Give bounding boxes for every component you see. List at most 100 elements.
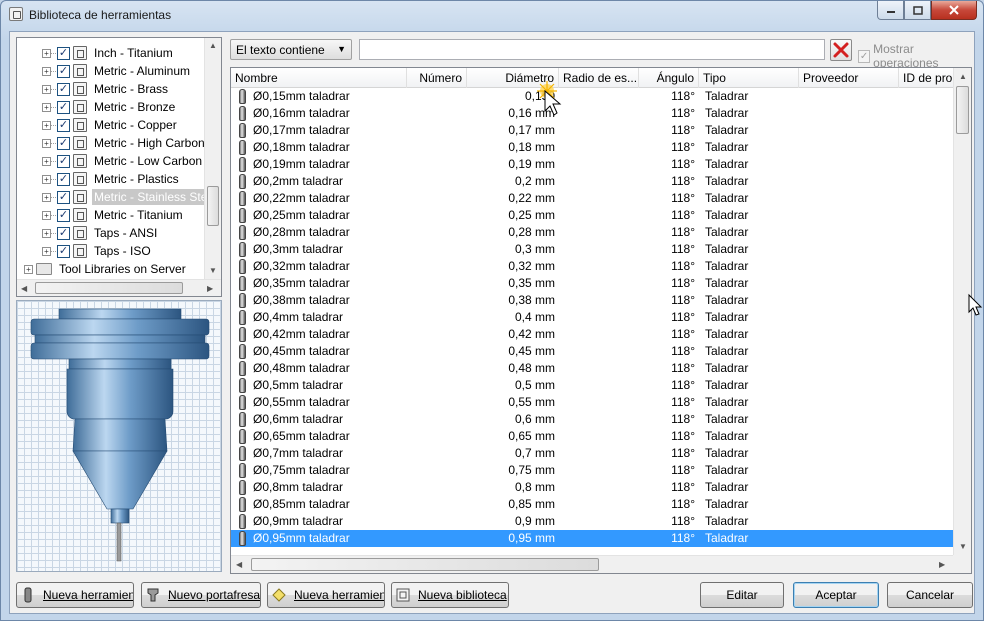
column-header-name[interactable]: Nombre: [231, 68, 407, 88]
scroll-up-icon[interactable]: ▲: [959, 72, 967, 81]
table-row[interactable]: Ø0,15mm taladrar 0,150 118° Taladrar: [231, 88, 953, 105]
expand-icon[interactable]: +: [24, 264, 33, 274]
scroll-down-icon[interactable]: ▼: [209, 266, 217, 275]
search-input[interactable]: [359, 39, 825, 60]
accept-button[interactable]: Aceptar: [793, 582, 879, 608]
scroll-left-icon[interactable]: ◀: [21, 284, 27, 293]
scroll-up-icon[interactable]: ▲: [209, 41, 217, 50]
table-row[interactable]: Ø0,28mm taladrar 0,28 mm 118° Taladrar: [231, 224, 953, 241]
table-row[interactable]: Ø0,85mm taladrar 0,85 mm 118° Taladrar: [231, 496, 953, 513]
table-row[interactable]: Ø0,22mm taladrar 0,22 mm 118° Taladrar: [231, 190, 953, 207]
scroll-thumb[interactable]: [956, 86, 969, 134]
tree-item[interactable]: + ✓ Metric - Plastics: [17, 170, 207, 188]
library-checkbox[interactable]: ✓: [57, 100, 70, 114]
library-checkbox[interactable]: ✓: [57, 226, 70, 240]
library-checkbox[interactable]: ✓: [57, 136, 70, 150]
title-bar[interactable]: Biblioteca de herramientas: [1, 1, 983, 29]
scroll-left-icon[interactable]: ◀: [236, 560, 242, 569]
minimize-button[interactable]: [877, 1, 904, 20]
table-row[interactable]: Ø0,32mm taladrar 0,32 mm 118° Taladrar: [231, 258, 953, 275]
table-row[interactable]: Ø0,55mm taladrar 0,55 mm 118° Taladrar: [231, 394, 953, 411]
column-header-vendor[interactable]: Proveedor: [799, 68, 899, 88]
tools-table[interactable]: Nombre Número Diámetro Radio de es... Án…: [230, 67, 972, 574]
expand-icon[interactable]: +: [42, 120, 51, 130]
table-row[interactable]: Ø0,3mm taladrar 0,3 mm 118° Taladrar: [231, 241, 953, 258]
library-checkbox[interactable]: ✓: [57, 64, 70, 78]
expand-icon[interactable]: +: [42, 228, 51, 238]
scroll-right-icon[interactable]: ▶: [939, 560, 945, 569]
table-row[interactable]: Ø0,4mm taladrar 0,4 mm 118° Taladrar: [231, 309, 953, 326]
expand-icon[interactable]: +: [42, 192, 51, 202]
table-row[interactable]: Ø0,42mm taladrar 0,42 mm 118° Taladrar: [231, 326, 953, 343]
table-row[interactable]: Ø0,95mm taladrar 0,95 mm 118° Taladrar: [231, 530, 953, 547]
table-row[interactable]: Ø0,45mm taladrar 0,45 mm 118° Taladrar: [231, 343, 953, 360]
table-row[interactable]: Ø0,17mm taladrar 0,17 mm 118° Taladrar: [231, 122, 953, 139]
scroll-thumb[interactable]: [207, 186, 219, 226]
tree-item[interactable]: + ✓ Metric - Bronze: [17, 98, 207, 116]
table-row[interactable]: Ø0,35mm taladrar 0,35 mm 118° Taladrar: [231, 275, 953, 292]
scroll-thumb[interactable]: [251, 558, 599, 571]
expand-icon[interactable]: +: [42, 102, 51, 112]
tree-item[interactable]: + ✓ Metric - Low Carbon Ste: [17, 152, 207, 170]
table-horizontal-scrollbar[interactable]: ◀ ▶: [231, 555, 953, 573]
tree-item[interactable]: + ✓ Metric - Titanium: [17, 206, 207, 224]
column-header-radius[interactable]: Radio de es...: [559, 68, 639, 88]
scroll-right-icon[interactable]: ▶: [207, 284, 213, 293]
expand-icon[interactable]: +: [42, 84, 51, 94]
expand-icon[interactable]: +: [42, 246, 51, 256]
table-row[interactable]: Ø0,25mm taladrar 0,25 mm 118° Taladrar: [231, 207, 953, 224]
expand-icon[interactable]: +: [42, 66, 51, 76]
tree-item[interactable]: + ✓ Metric - Stainless Steel: [17, 188, 207, 206]
table-row[interactable]: Ø0,38mm taladrar 0,38 mm 118° Taladrar: [231, 292, 953, 309]
table-row[interactable]: Ø0,6mm taladrar 0,6 mm 118° Taladrar: [231, 411, 953, 428]
library-tree[interactable]: + ✓ Inch - Titanium + ✓ Metric - Aluminum + ✓ Me…: [16, 37, 222, 297]
new-library-button[interactable]: Nueva biblioteca: [391, 582, 509, 608]
expand-icon[interactable]: +: [42, 174, 51, 184]
tree-item[interactable]: + ✓ Taps - ISO: [17, 242, 207, 260]
filter-mode-dropdown[interactable]: El texto contiene ▼: [230, 39, 352, 60]
new-holder-button[interactable]: Nuevo portafresas: [141, 582, 261, 608]
library-checkbox[interactable]: ✓: [57, 46, 70, 60]
show-operations-checkbox[interactable]: ✓: [858, 49, 871, 63]
maximize-button[interactable]: [904, 1, 931, 20]
cancel-button[interactable]: Cancelar: [887, 582, 973, 608]
library-checkbox[interactable]: ✓: [57, 208, 70, 222]
table-row[interactable]: Ø0,16mm taladrar 0,16 mm 118° Taladrar: [231, 105, 953, 122]
table-row[interactable]: Ø0,75mm taladrar 0,75 mm 118° Taladrar: [231, 462, 953, 479]
expand-icon[interactable]: +: [42, 156, 51, 166]
table-row[interactable]: Ø0,5mm taladrar 0,5 mm 118° Taladrar: [231, 377, 953, 394]
tree-vertical-scrollbar[interactable]: ▲ ▼: [204, 38, 221, 280]
tree-item[interactable]: + ✓ Taps - ANSI: [17, 224, 207, 242]
table-row[interactable]: Ø0,2mm taladrar 0,2 mm 118° Taladrar: [231, 173, 953, 190]
tree-item-server[interactable]: + Tool Libraries on Server: [17, 260, 207, 278]
tree-item[interactable]: + ✓ Inch - Titanium: [17, 44, 207, 62]
tree-item[interactable]: + ✓ Metric - Copper: [17, 116, 207, 134]
library-checkbox[interactable]: ✓: [57, 154, 70, 168]
column-header-number[interactable]: Número: [407, 68, 467, 88]
scroll-thumb[interactable]: [35, 282, 183, 294]
table-row[interactable]: Ø0,7mm taladrar 0,7 mm 118° Taladrar: [231, 445, 953, 462]
table-row[interactable]: Ø0,8mm taladrar 0,8 mm 118° Taladrar: [231, 479, 953, 496]
new-tool-2-button[interactable]: Nueva herramienta: [267, 582, 385, 608]
library-checkbox[interactable]: ✓: [57, 118, 70, 132]
expand-icon[interactable]: +: [42, 210, 51, 220]
tree-item[interactable]: + ✓ Metric - Brass: [17, 80, 207, 98]
column-header-product-id[interactable]: ID de pro...: [899, 68, 959, 88]
table-row[interactable]: Ø0,65mm taladrar 0,65 mm 118° Taladrar: [231, 428, 953, 445]
clear-search-button[interactable]: [830, 39, 852, 61]
scroll-down-icon[interactable]: ▼: [959, 542, 967, 551]
library-checkbox[interactable]: ✓: [57, 244, 70, 258]
expand-icon[interactable]: +: [42, 48, 51, 58]
edit-button[interactable]: Editar: [700, 582, 784, 608]
expand-icon[interactable]: +: [42, 138, 51, 148]
library-checkbox[interactable]: ✓: [57, 190, 70, 204]
library-checkbox[interactable]: ✓: [57, 172, 70, 186]
column-header-angle[interactable]: Ángulo: [639, 68, 699, 88]
new-tool-button[interactable]: Nueva herramienta: [16, 582, 134, 608]
tree-item[interactable]: + ✓ Metric - High Carbon Ste: [17, 134, 207, 152]
table-row[interactable]: Ø0,9mm taladrar 0,9 mm 118° Taladrar: [231, 513, 953, 530]
close-button[interactable]: [931, 1, 977, 20]
table-row[interactable]: Ø0,48mm taladrar 0,48 mm 118° Taladrar: [231, 360, 953, 377]
table-row[interactable]: Ø0,18mm taladrar 0,18 mm 118° Taladrar: [231, 139, 953, 156]
tree-horizontal-scrollbar[interactable]: ◀ ▶: [17, 279, 221, 296]
